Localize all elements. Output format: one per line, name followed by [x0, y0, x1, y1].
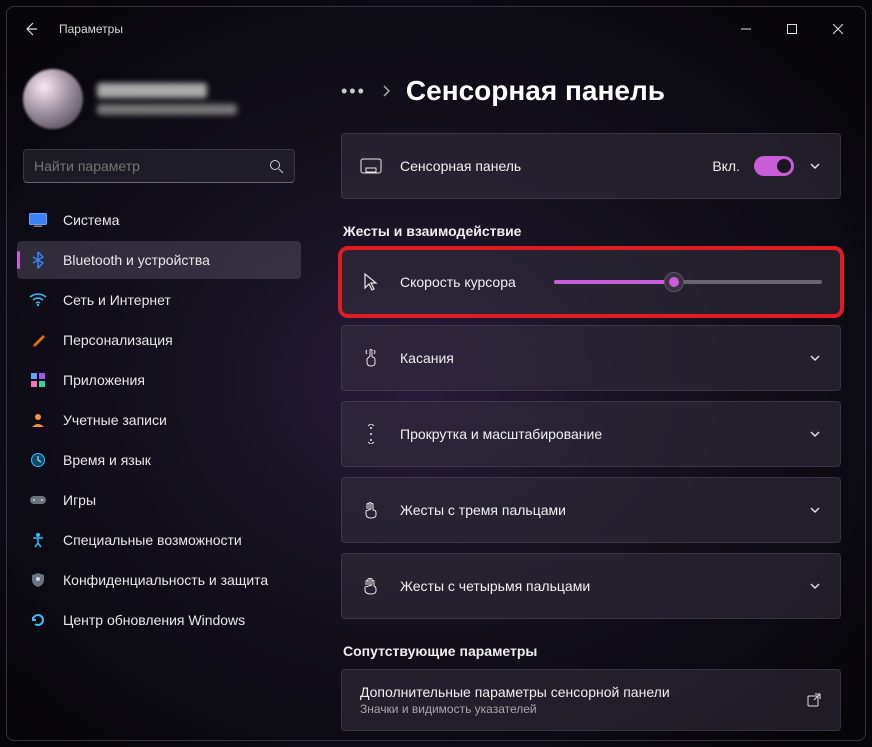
tap-icon: [360, 348, 382, 368]
chevron-down-icon: [808, 503, 822, 517]
chevron-down-icon: [808, 427, 822, 441]
nav-list: Система Bluetooth и устройства Сеть и Ин…: [17, 201, 301, 639]
cursor-speed-slider[interactable]: [554, 280, 822, 284]
sidebar-item-label: Приложения: [63, 372, 145, 388]
clock-icon: [29, 451, 47, 469]
back-button[interactable]: [11, 9, 51, 49]
hand-three-icon: [360, 500, 382, 520]
cursor-icon: [360, 272, 382, 292]
chevron-down-icon: [808, 579, 822, 593]
section-gestures-title: Жесты и взаимодействие: [343, 223, 841, 239]
cursor-speed-card: Скорость курсора: [341, 249, 841, 315]
touchpad-toggle[interactable]: [754, 156, 794, 176]
close-button[interactable]: [815, 13, 861, 45]
taps-card[interactable]: Касания: [341, 325, 841, 391]
sidebar-item-network[interactable]: Сеть и Интернет: [17, 281, 301, 319]
touchpad-toggle-card[interactable]: Сенсорная панель Вкл.: [341, 133, 841, 199]
sidebar-item-label: Конфиденциальность и защита: [63, 572, 268, 588]
profile-block[interactable]: [17, 61, 301, 145]
hand-four-icon: [360, 576, 382, 596]
sidebar-item-label: Система: [63, 212, 119, 228]
sidebar: Система Bluetooth и устройства Сеть и Ин…: [7, 51, 307, 740]
sidebar-item-system[interactable]: Система: [17, 201, 301, 239]
search-icon: [269, 159, 284, 174]
wifi-icon: [29, 291, 47, 309]
sidebar-item-apps[interactable]: Приложения: [17, 361, 301, 399]
card-label: Сенсорная панель: [400, 158, 521, 174]
breadcrumb-more-button[interactable]: •••: [341, 81, 366, 102]
page-title: Сенсорная панель: [406, 75, 665, 107]
card-label: Жесты с тремя пальцами: [400, 502, 566, 518]
gamepad-icon: [29, 491, 47, 509]
expand-button[interactable]: [808, 503, 822, 517]
expand-button[interactable]: [808, 427, 822, 441]
sidebar-item-label: Персонализация: [63, 332, 173, 348]
sidebar-item-update[interactable]: Центр обновления Windows: [17, 601, 301, 639]
minimize-button[interactable]: [723, 13, 769, 45]
related-title: Дополнительные параметры сенсорной панел…: [360, 684, 670, 700]
scroll-card[interactable]: Прокрутка и масштабирование: [341, 401, 841, 467]
brush-icon: [29, 331, 47, 349]
sidebar-item-accessibility[interactable]: Специальные возможности: [17, 521, 301, 559]
maximize-button[interactable]: [769, 13, 815, 45]
breadcrumb: ••• Сенсорная панель: [341, 75, 841, 107]
sidebar-item-privacy[interactable]: Конфиденциальность и защита: [17, 561, 301, 599]
open-external-button[interactable]: [806, 692, 822, 708]
slider-thumb[interactable]: [664, 272, 684, 292]
titlebar: Параметры: [7, 7, 865, 51]
sidebar-item-time[interactable]: Время и язык: [17, 441, 301, 479]
four-finger-card[interactable]: Жесты с четырьмя пальцами: [341, 553, 841, 619]
profile-text: [97, 83, 237, 115]
card-label: Жесты с четырьмя пальцами: [400, 578, 590, 594]
person-icon: [29, 411, 47, 429]
related-subtitle: Значки и видимость указателей: [360, 702, 670, 716]
close-icon: [833, 24, 843, 34]
sidebar-item-label: Игры: [63, 492, 96, 508]
avatar: [23, 69, 83, 129]
expand-button[interactable]: [808, 351, 822, 365]
sidebar-item-label: Специальные возможности: [63, 532, 242, 548]
system-icon: [29, 211, 47, 229]
expand-button[interactable]: [808, 579, 822, 593]
accessibility-icon: [29, 531, 47, 549]
toggle-state-text: Вкл.: [712, 158, 740, 174]
chevron-right-icon: [382, 85, 390, 97]
sidebar-item-label: Учетные записи: [63, 412, 167, 428]
sidebar-item-label: Сеть и Интернет: [63, 292, 171, 308]
related-advanced-card[interactable]: Дополнительные параметры сенсорной панел…: [341, 669, 841, 731]
expand-button[interactable]: [808, 159, 822, 173]
card-label: Прокрутка и масштабирование: [400, 426, 602, 442]
sidebar-item-label: Время и язык: [63, 452, 151, 468]
update-icon: [29, 611, 47, 629]
section-related-title: Сопутствующие параметры: [343, 643, 841, 659]
sidebar-item-label: Bluetooth и устройства: [63, 252, 210, 268]
card-label: Касания: [400, 350, 454, 366]
sidebar-item-label: Центр обновления Windows: [63, 612, 245, 628]
scroll-icon: [360, 424, 382, 444]
card-label: Скорость курсора: [400, 274, 516, 290]
open-external-icon: [806, 692, 822, 708]
main-content: ••• Сенсорная панель Сенсорная панель Вк…: [307, 51, 865, 740]
sidebar-item-personalization[interactable]: Персонализация: [17, 321, 301, 359]
chevron-down-icon: [808, 159, 822, 173]
window-title: Параметры: [59, 22, 123, 36]
search-input[interactable]: [34, 158, 269, 174]
sidebar-item-accounts[interactable]: Учетные записи: [17, 401, 301, 439]
maximize-icon: [787, 24, 797, 34]
chevron-down-icon: [808, 351, 822, 365]
shield-icon: [29, 571, 47, 589]
three-finger-card[interactable]: Жесты с тремя пальцами: [341, 477, 841, 543]
apps-icon: [29, 371, 47, 389]
touchpad-icon: [360, 158, 382, 174]
sidebar-item-gaming[interactable]: Игры: [17, 481, 301, 519]
sidebar-item-bluetooth[interactable]: Bluetooth и устройства: [17, 241, 301, 279]
search-input-wrap[interactable]: [23, 149, 295, 183]
arrow-left-icon: [23, 21, 39, 37]
bluetooth-icon: [29, 251, 47, 269]
minimize-icon: [741, 24, 751, 34]
